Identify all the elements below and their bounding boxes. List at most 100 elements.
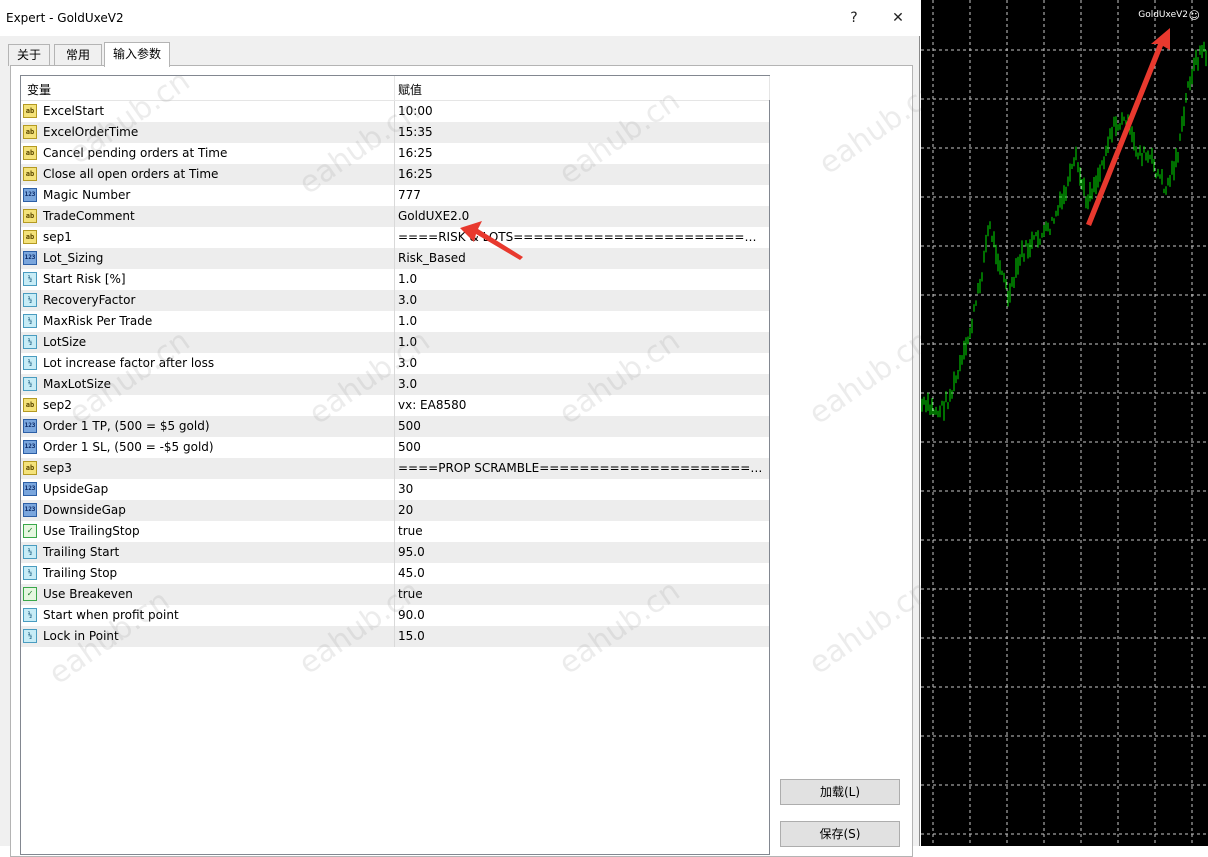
parameter-value[interactable]: 16:25	[398, 146, 764, 160]
double-type-icon: ½	[23, 608, 37, 622]
double-type-icon: ½	[23, 335, 37, 349]
chart-canvas	[921, 0, 1208, 846]
column-divider	[394, 311, 395, 332]
table-row[interactable]: ½ MaxRisk Per Trade 1.0	[21, 311, 769, 332]
table-row[interactable]: ½ Trailing Stop 45.0	[21, 563, 769, 584]
column-header-value[interactable]: 赋值	[398, 81, 422, 98]
parameter-name: UpsideGap	[43, 482, 109, 496]
parameter-name: Trailing Stop	[43, 566, 118, 580]
integer-type-icon: 123	[23, 188, 37, 202]
double-type-icon: ½	[23, 629, 37, 643]
table-row[interactable]: ½ Lot increase factor after loss 3.0	[21, 353, 769, 374]
parameter-name: Close all open orders at Time	[43, 167, 219, 181]
table-row[interactable]: ½ Lock in Point 15.0	[21, 626, 769, 647]
table-row[interactable]: 123 DownsideGap 20	[21, 500, 769, 521]
save-button[interactable]: 保存(S)	[780, 821, 900, 847]
parameter-value[interactable]: 3.0	[398, 377, 764, 391]
table-row[interactable]: 123 Lot_Sizing Risk_Based	[21, 248, 769, 269]
parameter-value[interactable]: 10:00	[398, 104, 764, 118]
parameter-value[interactable]: 3.0	[398, 293, 764, 307]
tab-inputs[interactable]: 输入参数	[104, 42, 170, 67]
column-divider	[394, 605, 395, 626]
parameter-value[interactable]: 20	[398, 503, 764, 517]
string-type-icon: ab	[23, 125, 37, 139]
inputs-grid[interactable]: 变量 赋值 ab ExcelStart 10:00 ab ExcelOrderTime 1…	[20, 75, 770, 855]
table-row[interactable]: ab sep3 ====PROP SCRAMBLE=================…	[21, 458, 769, 479]
parameter-value[interactable]: ====RISK & LOTS=========================…	[398, 230, 764, 244]
column-header-variable[interactable]: 变量	[27, 81, 51, 98]
column-divider	[394, 416, 395, 437]
parameter-value[interactable]: 45.0	[398, 566, 764, 580]
parameter-name: TradeComment	[43, 209, 135, 223]
tab-about[interactable]: 关于	[8, 44, 50, 66]
table-row[interactable]: ab sep1 ====RISK & LOTS===================…	[21, 227, 769, 248]
parameter-value[interactable]: 500	[398, 440, 764, 454]
parameter-value[interactable]: vx: EA8580	[398, 398, 764, 412]
parameter-value[interactable]: 1.0	[398, 314, 764, 328]
column-divider	[394, 353, 395, 374]
table-row[interactable]: 123 Order 1 SL, (500 = -$5 gold) 500	[21, 437, 769, 458]
parameter-name: Start Risk [%]	[43, 272, 126, 286]
window-title: Expert - GoldUxeV2	[6, 11, 124, 25]
parameter-value[interactable]: 777	[398, 188, 764, 202]
help-button[interactable]: ?	[836, 6, 872, 30]
string-type-icon: ab	[23, 167, 37, 181]
parameter-name: MaxLotSize	[43, 377, 111, 391]
parameter-value[interactable]: 16:25	[398, 167, 764, 181]
parameter-value[interactable]: 15:35	[398, 125, 764, 139]
table-row[interactable]: 123 UpsideGap 30	[21, 479, 769, 500]
parameter-value[interactable]: true	[398, 524, 764, 538]
table-row[interactable]: ½ Trailing Start 95.0	[21, 542, 769, 563]
table-row[interactable]: ab Cancel pending orders at Time 16:25	[21, 143, 769, 164]
parameter-value[interactable]: 3.0	[398, 356, 764, 370]
parameter-value[interactable]: 30	[398, 482, 764, 496]
load-button[interactable]: 加载(L)	[780, 779, 900, 805]
table-row[interactable]: ½ RecoveryFactor 3.0	[21, 290, 769, 311]
string-type-icon: ab	[23, 104, 37, 118]
parameter-value[interactable]: 1.0	[398, 272, 764, 286]
table-row[interactable]: ab Close all open orders at Time 16:25	[21, 164, 769, 185]
table-row[interactable]: ✓ Use TrailingStop true	[21, 521, 769, 542]
column-divider[interactable]	[769, 76, 770, 100]
parameter-name: ExcelOrderTime	[43, 125, 139, 139]
parameter-value[interactable]: 15.0	[398, 629, 764, 643]
tab-common[interactable]: 常用	[54, 44, 102, 66]
bool-type-icon: ✓	[23, 587, 37, 601]
parameter-value[interactable]: true	[398, 587, 764, 601]
column-divider	[394, 227, 395, 248]
column-divider	[394, 248, 395, 269]
parameter-value[interactable]: 1.0	[398, 335, 764, 349]
parameter-value[interactable]: ====PROP SCRAMBLE=======================…	[398, 461, 764, 475]
title-bar: Expert - GoldUxeV2 ? ✕	[0, 0, 920, 36]
column-divider	[394, 206, 395, 227]
string-type-icon: ab	[23, 230, 37, 244]
parameter-name: Start when profit point	[43, 608, 179, 622]
parameter-value[interactable]: Risk_Based	[398, 251, 764, 265]
table-row[interactable]: 123 Order 1 TP, (500 = $5 gold) 500	[21, 416, 769, 437]
column-divider	[394, 395, 395, 416]
column-divider	[394, 500, 395, 521]
parameter-name: Lot increase factor after loss	[43, 356, 215, 370]
price-chart[interactable]: GoldUxeV2 ☺	[921, 0, 1208, 846]
column-divider	[394, 290, 395, 311]
integer-type-icon: 123	[23, 440, 37, 454]
table-row[interactable]: ½ Start when profit point 90.0	[21, 605, 769, 626]
table-row[interactable]: ab sep2 vx: EA8580	[21, 395, 769, 416]
parameter-name: sep3	[43, 461, 72, 475]
column-divider	[394, 458, 395, 479]
table-row[interactable]: 123 Magic Number 777	[21, 185, 769, 206]
table-row[interactable]: ½ MaxLotSize 3.0	[21, 374, 769, 395]
close-button[interactable]: ✕	[880, 6, 916, 30]
table-row[interactable]: ab TradeComment GoldUXE2.0	[21, 206, 769, 227]
table-row[interactable]: ab ExcelStart 10:00	[21, 101, 769, 122]
table-row[interactable]: ✓ Use Breakeven true	[21, 584, 769, 605]
table-row[interactable]: ½ Start Risk [%] 1.0	[21, 269, 769, 290]
parameter-value[interactable]: 90.0	[398, 608, 764, 622]
table-row[interactable]: ab ExcelOrderTime 15:35	[21, 122, 769, 143]
column-divider[interactable]	[394, 76, 395, 100]
parameter-value[interactable]: 95.0	[398, 545, 764, 559]
parameter-value[interactable]: 500	[398, 419, 764, 433]
column-divider	[394, 437, 395, 458]
parameter-value[interactable]: GoldUXE2.0	[398, 209, 764, 223]
table-row[interactable]: ½ LotSize 1.0	[21, 332, 769, 353]
